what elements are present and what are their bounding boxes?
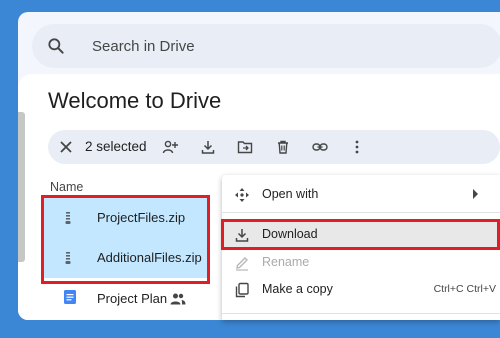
close-icon[interactable]: [58, 139, 74, 155]
menu-divider: [222, 212, 500, 213]
annotation-highlight-download: [221, 219, 500, 250]
menu-item-open-with[interactable]: Open with: [222, 181, 500, 209]
page-title: Welcome to Drive: [48, 88, 222, 113]
move-arrows-icon: [235, 188, 249, 202]
menu-item-rename[interactable]: Rename: [222, 249, 500, 277]
copy-icon: [235, 282, 249, 298]
menu-item-label: Rename: [262, 255, 310, 269]
menu-item-shortcut: Ctrl+C Ctrl+V: [433, 283, 496, 295]
search-icon: [48, 38, 64, 54]
column-header-name[interactable]: Name: [50, 180, 83, 194]
search-bar[interactable]: Search in Drive: [32, 24, 500, 68]
link-icon[interactable]: [312, 139, 328, 155]
google-doc-icon: [64, 290, 76, 304]
trash-icon[interactable]: [275, 139, 291, 155]
search-input[interactable]: Search in Drive: [92, 38, 195, 55]
menu-item-make-copy[interactable]: Make a copy Ctrl+C Ctrl+V: [222, 276, 500, 304]
chevron-right-icon: [473, 189, 478, 199]
move-icon[interactable]: [237, 139, 253, 155]
share-icon[interactable]: [162, 139, 178, 155]
annotation-highlight-files: [41, 195, 210, 284]
menu-divider: [222, 313, 500, 314]
menu-item-label: Open with: [262, 187, 319, 201]
more-vert-icon[interactable]: [349, 139, 365, 155]
pencil-icon: [236, 257, 248, 271]
selected-count: 2 selected: [85, 139, 147, 154]
file-name: Project Plan: [97, 291, 168, 306]
download-icon[interactable]: [200, 139, 216, 155]
selection-toolbar: 2 selected: [48, 130, 500, 164]
shared-people-icon: [170, 293, 186, 305]
menu-item-label: Make a copy: [262, 282, 333, 296]
scrollbar[interactable]: [18, 112, 25, 262]
